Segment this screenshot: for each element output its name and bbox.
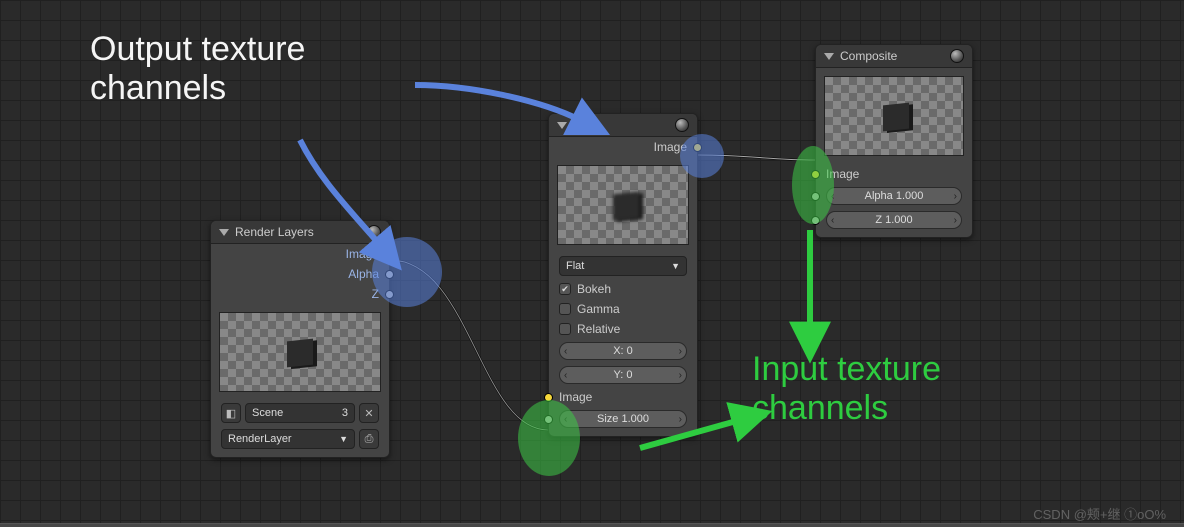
node-render-layers[interactable]: Render Layers Image Alpha Z ◧ Scene 3 ✕ …: [210, 220, 390, 458]
node-preview: [219, 312, 381, 392]
output-highlight-halo: [372, 237, 442, 307]
gamma-row[interactable]: Gamma: [549, 299, 697, 319]
output-highlight-halo: [680, 134, 724, 178]
node-title: Blur: [573, 118, 669, 132]
node-title: Composite: [840, 49, 944, 63]
output-socket-image[interactable]: Image: [211, 244, 389, 264]
node-title: Render Layers: [235, 225, 361, 239]
scene-clear-icon[interactable]: ✕: [359, 403, 379, 423]
input-highlight-halo: [518, 400, 580, 476]
bokeh-row[interactable]: Bokeh: [549, 279, 697, 299]
preview-sphere-icon: [675, 118, 689, 132]
bottom-bar: [0, 523, 1184, 527]
input-highlight-halo: [792, 146, 834, 224]
render-layer-icon[interactable]: ⎙: [359, 429, 379, 449]
node-header[interactable]: Composite: [816, 45, 972, 68]
relative-row[interactable]: Relative: [549, 319, 697, 339]
x-row: ‹ X: 0 ›: [549, 339, 697, 363]
input-socket-z[interactable]: ‹ Z 1.000 ›: [816, 208, 972, 237]
checkbox-icon[interactable]: [559, 323, 571, 335]
chevron-right-icon[interactable]: ›: [679, 414, 682, 425]
scene-browse-icon[interactable]: ◧: [221, 403, 241, 423]
chevron-left-icon[interactable]: ‹: [564, 346, 567, 357]
chevron-right-icon[interactable]: ›: [679, 370, 682, 381]
watermark: CSDN @颊+继 ①oO%: [1033, 504, 1166, 523]
chevron-right-icon[interactable]: ›: [679, 346, 682, 357]
layer-select[interactable]: RenderLayer ▼: [221, 429, 355, 449]
y-value[interactable]: ‹ Y: 0 ›: [559, 366, 687, 384]
chevron-left-icon[interactable]: ‹: [564, 370, 567, 381]
input-socket-image[interactable]: Image: [549, 387, 697, 407]
x-value[interactable]: ‹ X: 0 ›: [559, 342, 687, 360]
input-socket-alpha[interactable]: ‹ Alpha 1.000 ›: [816, 184, 972, 208]
node-blur[interactable]: Blur Image Flat ▼ Bokeh Gamma Relative ‹…: [548, 113, 698, 437]
z-value[interactable]: ‹ Z 1.000 ›: [826, 211, 962, 229]
alpha-value[interactable]: ‹ Alpha 1.000 ›: [826, 187, 962, 205]
chevron-right-icon[interactable]: ›: [954, 191, 957, 202]
chevron-left-icon[interactable]: ‹: [831, 215, 834, 226]
node-header[interactable]: Blur: [549, 114, 697, 137]
collapse-icon[interactable]: [557, 122, 567, 129]
output-socket-image[interactable]: Image: [549, 137, 697, 157]
node-composite[interactable]: Composite Image ‹ Alpha 1.000 › ‹ Z 1.00…: [815, 44, 973, 238]
filter-type-select[interactable]: Flat ▼: [559, 256, 687, 276]
checkbox-icon[interactable]: [559, 303, 571, 315]
preview-sphere-icon: [367, 225, 381, 239]
filter-type-row: Flat ▼: [549, 253, 697, 279]
node-preview: [557, 165, 689, 245]
scene-selector-row: ◧ Scene 3 ✕: [211, 400, 389, 426]
checkbox-icon[interactable]: [559, 283, 571, 295]
preview-sphere-icon: [950, 49, 964, 63]
scene-select[interactable]: Scene 3: [245, 403, 355, 423]
layer-selector-row: RenderLayer ▼ ⎙: [211, 426, 389, 457]
input-socket-image[interactable]: Image: [816, 164, 972, 184]
collapse-icon[interactable]: [824, 53, 834, 60]
output-socket-alpha[interactable]: Alpha: [211, 264, 389, 284]
y-row: ‹ Y: 0 ›: [549, 363, 697, 387]
chevron-right-icon[interactable]: ›: [954, 215, 957, 226]
annotation-output-label: Output texture channels: [90, 30, 305, 108]
annotation-input-label: Input texture channels: [752, 350, 941, 428]
node-header[interactable]: Render Layers: [211, 221, 389, 244]
node-preview: [824, 76, 964, 156]
collapse-icon[interactable]: [219, 229, 229, 236]
output-socket-z[interactable]: Z: [211, 284, 389, 304]
